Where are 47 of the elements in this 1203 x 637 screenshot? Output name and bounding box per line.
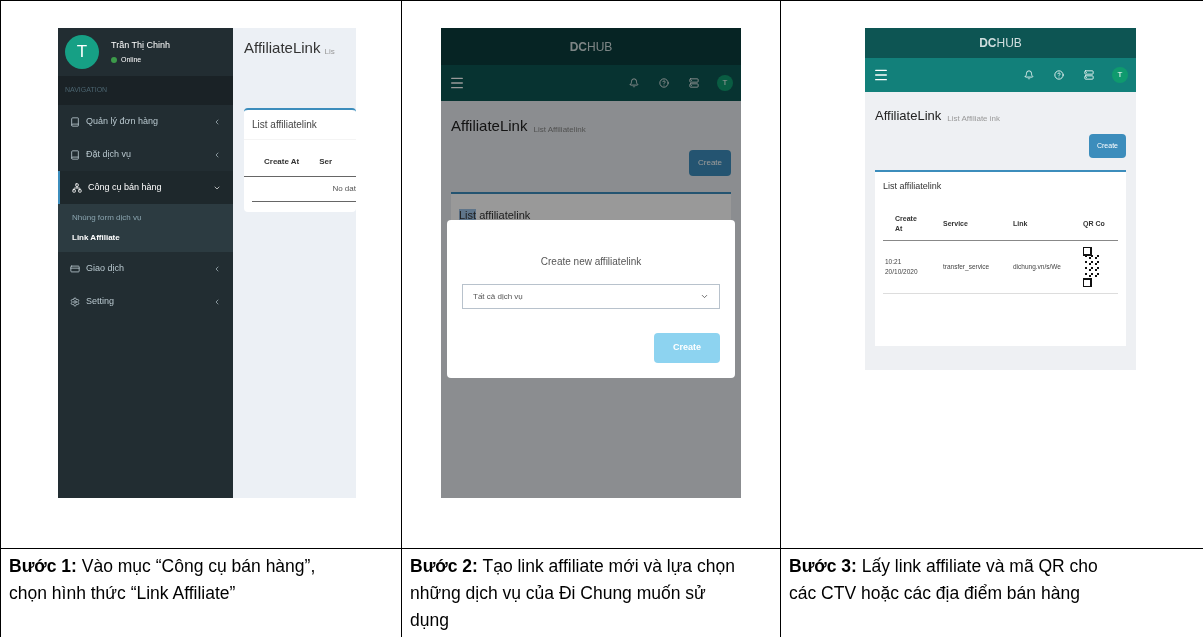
- list-icon[interactable]: [1084, 70, 1094, 80]
- brand-logo: DCHUB: [569, 38, 613, 56]
- page-subtitle: List Affiliate ink: [947, 112, 1001, 125]
- chevron-icon: [213, 117, 221, 126]
- empty-text: No dat: [332, 182, 356, 195]
- user-name: Trần Thị Chinh: [111, 39, 171, 52]
- column-header: Ser: [319, 155, 333, 168]
- step-caption: Bước 1: Vào mục “Công cụ bán hàng”, chọn hình thức “Link Affiliate”: [9, 555, 317, 605]
- list-icon[interactable]: [689, 78, 699, 88]
- menu-item[interactable]: Setting: [58, 285, 233, 318]
- step-caption: Bước 2: Tạo link affiliate mới và lựa chọn những dịch vụ của Đi Chung muốn sử dụng: [410, 555, 736, 632]
- menu-icon[interactable]: [873, 67, 889, 83]
- page-title: AffiliateLink: [451, 116, 528, 136]
- gears-icon: [70, 296, 80, 307]
- avatar[interactable]: T: [1112, 67, 1128, 83]
- sitemap-icon: [72, 182, 82, 193]
- menu-item[interactable]: Đặt dịch vụ: [58, 138, 233, 171]
- page-title: AffiliateLink: [244, 38, 321, 58]
- submenu-item[interactable]: Nhúng form dịch vụ: [58, 208, 233, 228]
- bell-icon[interactable]: [1024, 70, 1034, 80]
- card-icon: [70, 263, 80, 274]
- brand-logo: DCHUB: [979, 35, 1022, 52]
- submenu-item[interactable]: Link Affiliate: [58, 228, 233, 248]
- help-icon[interactable]: [1054, 70, 1064, 80]
- book-icon: [70, 149, 80, 160]
- chevron-icon: [213, 297, 221, 306]
- qr-code-icon: [1083, 246, 1101, 287]
- chevron-icon: [213, 264, 221, 273]
- modal-title: Create new affiliatelink: [540, 255, 642, 269]
- chevron-icon: [213, 150, 221, 159]
- page-title: AffiliateLink: [875, 107, 942, 125]
- column-header: Create At: [263, 155, 300, 168]
- bell-icon[interactable]: [629, 78, 639, 88]
- menu-item[interactable]: Quản lý đơn hàng: [58, 105, 233, 138]
- card-title: List affiliatelink: [882, 180, 943, 193]
- menu-icon[interactable]: [449, 75, 465, 91]
- menu-item[interactable]: Công cụ bán hàng: [58, 171, 233, 204]
- avatar: T: [65, 35, 99, 69]
- step-caption: Bước 3: Lấy link affiliate và mã QR cho các CTV hoặc các địa điểm bán hàng: [789, 555, 1099, 605]
- page-subtitle: Lis: [324, 45, 335, 58]
- book-icon: [70, 116, 80, 127]
- caret-icon: [700, 292, 709, 301]
- service-select[interactable]: Tất cả dịch vụ: [462, 284, 720, 309]
- help-icon[interactable]: [659, 78, 669, 88]
- menu-item[interactable]: Giao dịch: [58, 252, 233, 285]
- card-title: List affiliatelink: [244, 109, 356, 140]
- card-title: List affiliatelink: [459, 208, 531, 221]
